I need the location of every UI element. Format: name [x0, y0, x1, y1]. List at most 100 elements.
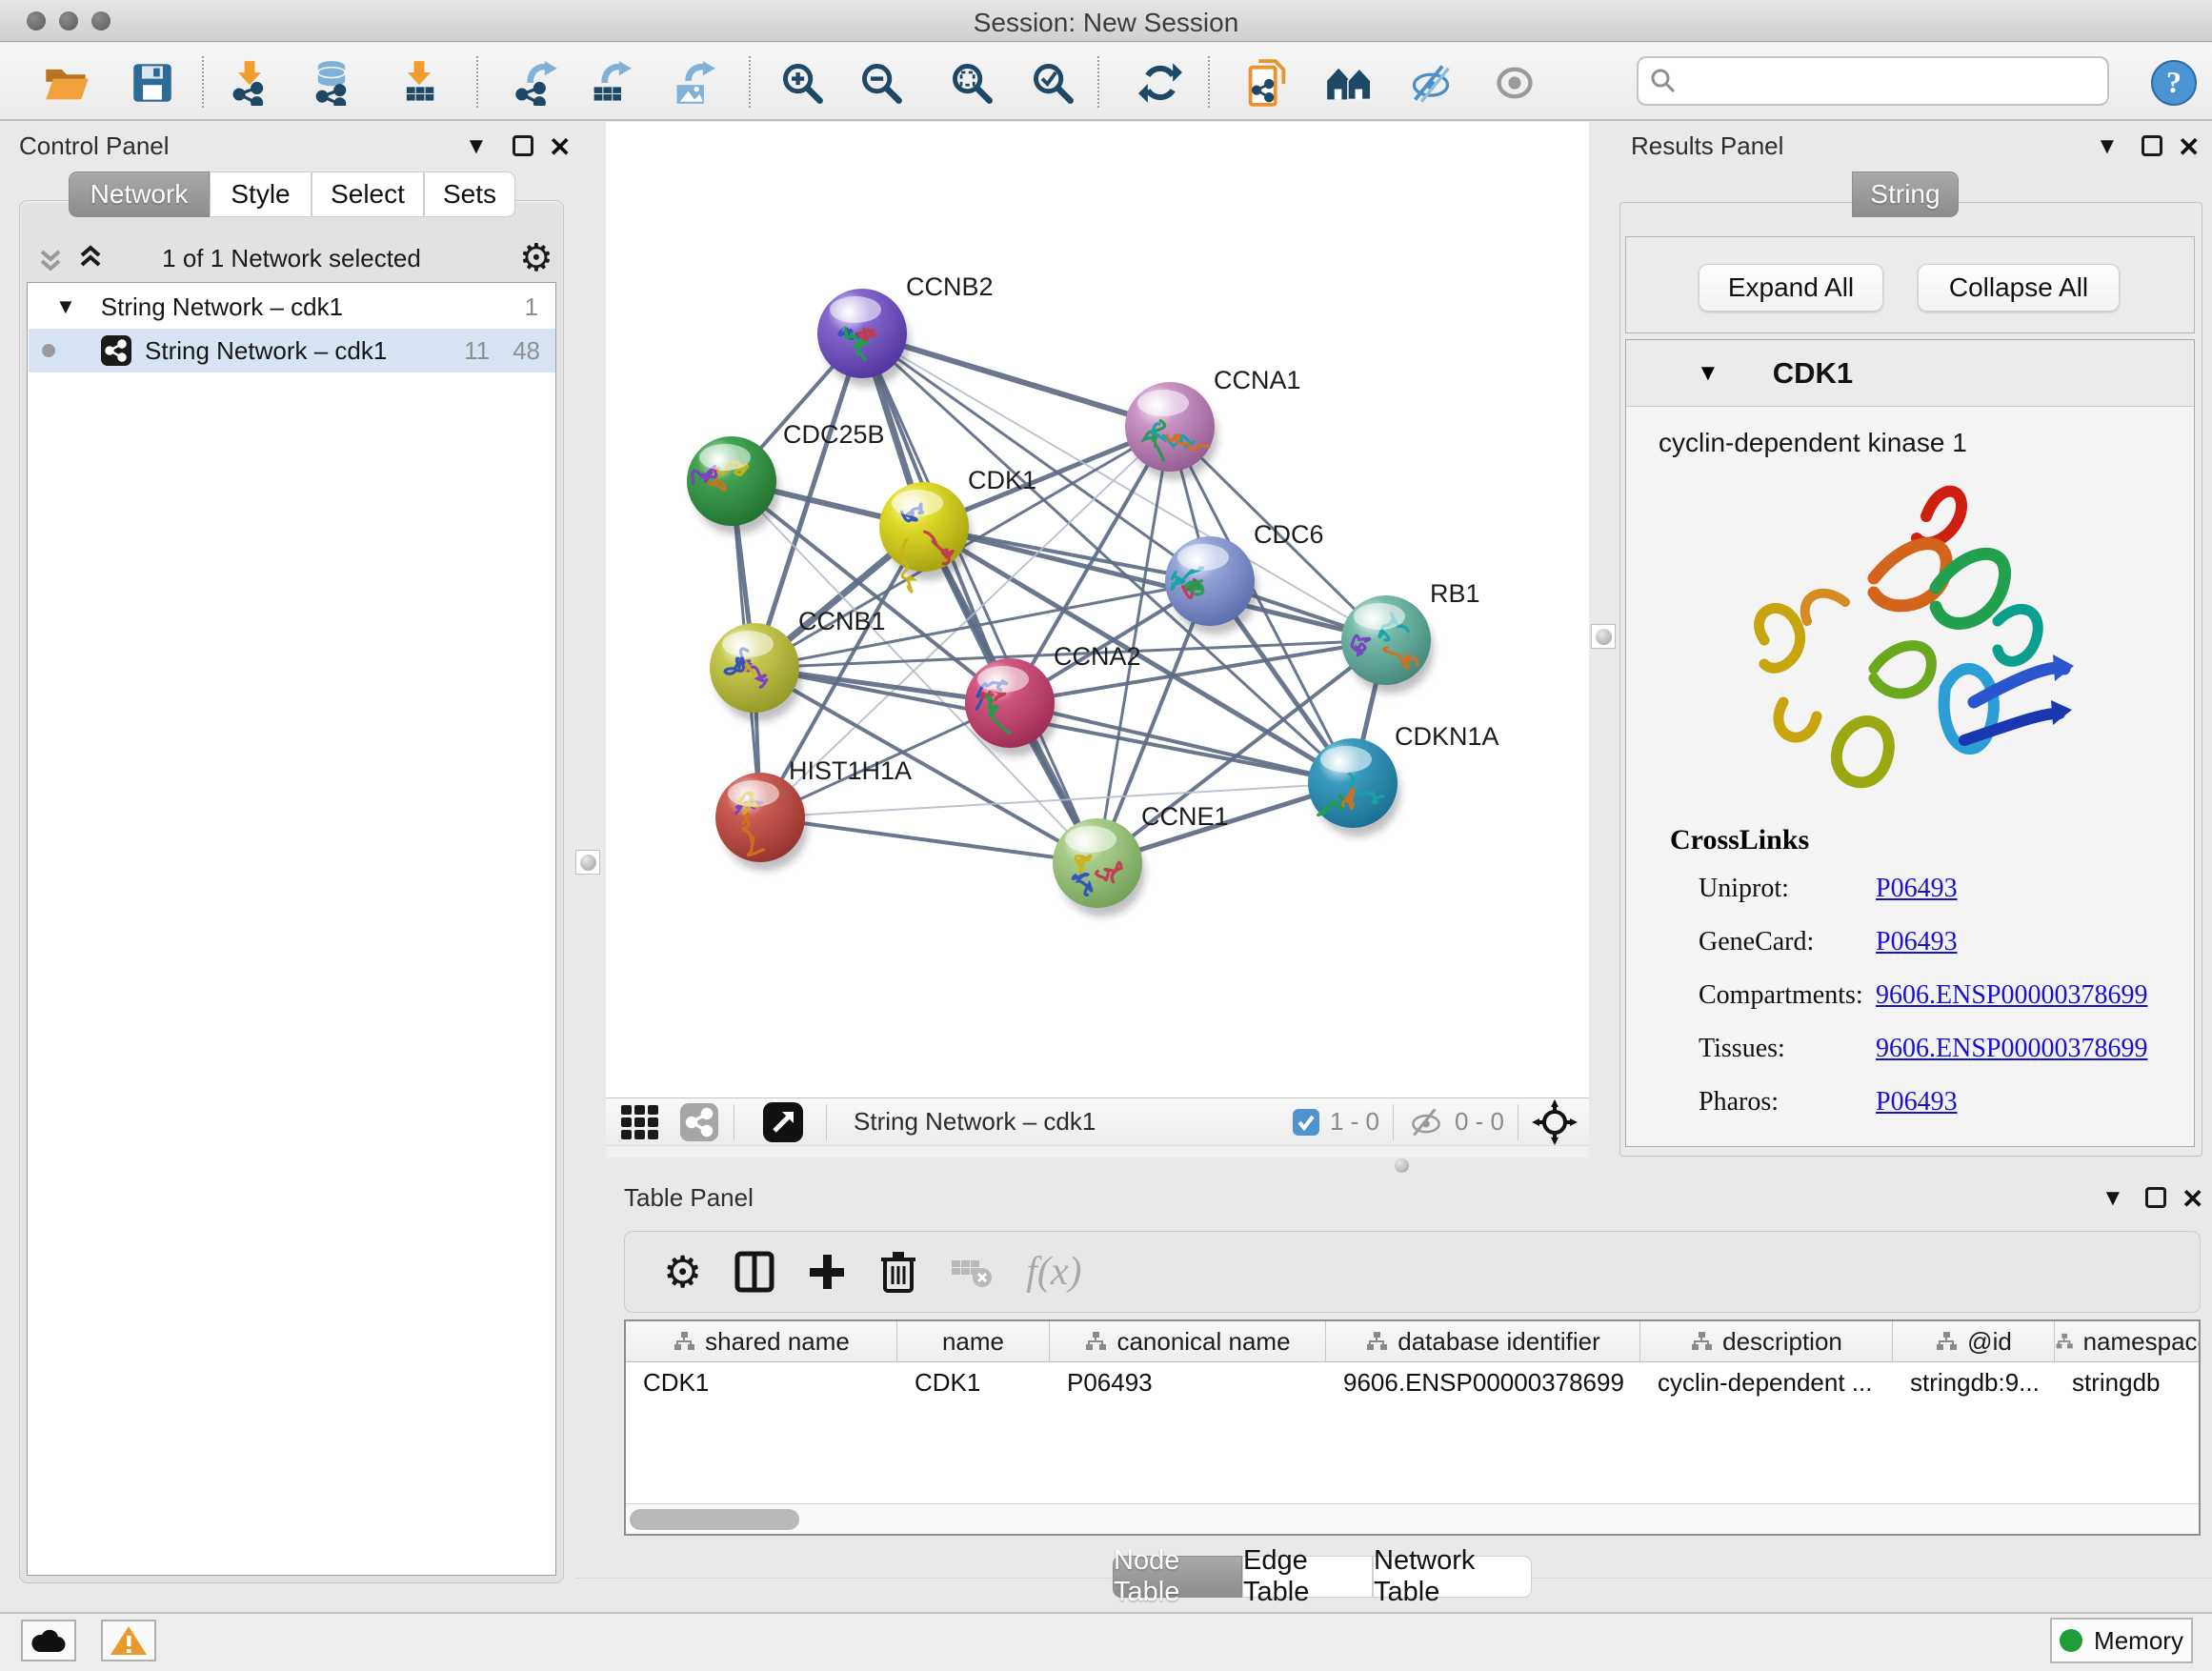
- table-horizontal-scrollbar[interactable]: [626, 1503, 2199, 1534]
- tab-sets[interactable]: Sets: [424, 171, 515, 217]
- bottom-splitter-handle[interactable]: [1395, 1158, 1409, 1173]
- tab-node-table[interactable]: Node Table: [1113, 1556, 1242, 1598]
- network-graph[interactable]: CCNB2CCNA1CDC25BCDK1CDC6RB1CCNB1CCNA2CDK…: [606, 122, 1589, 1097]
- column-header-sharedname[interactable]: shared name: [626, 1321, 897, 1361]
- import-network-from-file-icon[interactable]: [223, 56, 276, 110]
- entry-expander-icon[interactable]: ▼: [1697, 360, 1719, 387]
- right-splitter-handle[interactable]: [1591, 624, 1616, 649]
- table-panel-float-button[interactable]: [2145, 1187, 2166, 1213]
- column-header-id[interactable]: @id: [1893, 1321, 2055, 1361]
- tab-style[interactable]: Style: [210, 171, 312, 217]
- app-status-bar: Memory: [0, 1612, 2212, 1671]
- table-cell[interactable]: stringdb:9...: [1893, 1362, 2055, 1402]
- network-share-view-icon[interactable]: [678, 1101, 720, 1143]
- table-cell[interactable]: CDK1: [897, 1362, 1050, 1402]
- crosslink-label: Compartments:: [1699, 980, 1876, 1011]
- collection-label: String Network – cdk1: [101, 292, 343, 322]
- zoom-selected-icon[interactable]: [1026, 56, 1079, 110]
- control-panel-menu-button[interactable]: ▼: [465, 133, 488, 160]
- column-header-databaseidentifier[interactable]: database identifier: [1326, 1321, 1640, 1361]
- network-edge[interactable]: [760, 817, 1097, 863]
- control-panel-float-button[interactable]: [513, 135, 533, 161]
- window-title: Session: New Session: [0, 8, 2212, 38]
- tab-select[interactable]: Select: [312, 171, 424, 217]
- delete-column-icon[interactable]: [879, 1250, 917, 1294]
- help-icon[interactable]: ?: [2147, 56, 2201, 110]
- results-actions: Expand All Collapse All: [1625, 236, 2195, 333]
- tab-edge-table[interactable]: Edge Table: [1242, 1556, 1373, 1598]
- results-entry-header[interactable]: ▼ CDK1: [1626, 340, 2194, 407]
- selected-checkbox-icon[interactable]: [1292, 1108, 1320, 1137]
- detach-view-icon[interactable]: [761, 1100, 805, 1144]
- create-column-icon[interactable]: [807, 1252, 847, 1292]
- home-icon[interactable]: [1322, 56, 1376, 110]
- crosslink-link[interactable]: P06493: [1876, 927, 1958, 956]
- export-table-icon[interactable]: [583, 56, 636, 110]
- scrollbar-thumb[interactable]: [630, 1509, 799, 1530]
- show-all-eye-icon[interactable]: [1488, 56, 1541, 110]
- crosslink-link[interactable]: P06493: [1876, 874, 1958, 903]
- import-network-from-database-icon[interactable]: [305, 56, 358, 110]
- crosslink-link[interactable]: 9606.ENSP00000378699: [1876, 980, 2147, 1010]
- network-edge-count: 48: [513, 336, 540, 366]
- tab-network-table[interactable]: Network Table: [1373, 1556, 1532, 1598]
- show-columns-icon[interactable]: [734, 1251, 774, 1293]
- control-panel-title: Control Panel: [19, 131, 170, 161]
- network-options-gear-icon[interactable]: ⚙: [519, 236, 553, 280]
- left-splitter-handle[interactable]: [575, 850, 600, 875]
- zoom-fit-icon[interactable]: [945, 56, 998, 110]
- table-panel-menu-button[interactable]: ▼: [2101, 1185, 2124, 1212]
- refresh-view-icon[interactable]: [1134, 56, 1187, 110]
- save-session-icon[interactable]: [126, 56, 179, 110]
- table-cell[interactable]: P06493: [1050, 1362, 1326, 1402]
- hide-selected-eye-slash-icon[interactable]: [1404, 56, 1458, 110]
- tab-string[interactable]: String: [1852, 171, 1959, 217]
- node-label-cdc25b: CDC25B: [783, 420, 885, 449]
- statusbar-separator: [1393, 1104, 1394, 1140]
- network-row-selected[interactable]: String Network – cdk1 11 48: [29, 329, 555, 372]
- control-panel-close-button[interactable]: ✕: [549, 131, 571, 163]
- import-table-from-file-icon[interactable]: [392, 56, 446, 110]
- search-input[interactable]: [1677, 67, 2107, 96]
- table-panel-close-button[interactable]: ✕: [2182, 1183, 2203, 1215]
- column-header-namespace[interactable]: namespace: [2055, 1321, 2201, 1361]
- column-header-name[interactable]: name: [897, 1321, 1050, 1361]
- zoom-out-icon[interactable]: [855, 56, 908, 110]
- collection-expander-icon[interactable]: ▼: [55, 294, 76, 319]
- crosslink-link[interactable]: P06493: [1876, 1087, 1958, 1117]
- table-cell[interactable]: CDK1: [626, 1362, 897, 1402]
- node-table[interactable]: shared namenamecanonical namedatabase id…: [624, 1319, 2201, 1536]
- crosslink-row: Pharos:P06493: [1699, 1087, 1958, 1117]
- export-network-icon[interactable]: [509, 56, 562, 110]
- toolbar-separator: [1208, 56, 1210, 108]
- crosslink-link[interactable]: 9606.ENSP00000378699: [1876, 1034, 2147, 1063]
- open-session-icon[interactable]: [40, 56, 93, 110]
- share-document-icon[interactable]: [1240, 56, 1294, 110]
- memory-button[interactable]: Memory: [2050, 1618, 2193, 1663]
- network-canvas[interactable]: CCNB2CCNA1CDC25BCDK1CDC6RB1CCNB1CCNA2CDK…: [606, 122, 1589, 1097]
- expand-all-button[interactable]: Expand All: [1699, 264, 1883, 312]
- cloud-status-button[interactable]: [21, 1620, 76, 1661]
- search-field[interactable]: [1637, 56, 2109, 106]
- network-collection-row[interactable]: ▼ String Network – cdk1 1: [29, 285, 555, 329]
- birdseye-view-icon[interactable]: [1532, 1099, 1578, 1145]
- table-cell[interactable]: stringdb: [2055, 1362, 2201, 1402]
- results-panel-close-button[interactable]: ✕: [2178, 131, 2200, 163]
- zoom-in-icon[interactable]: [775, 56, 829, 110]
- table-cell[interactable]: 9606.ENSP00000378699: [1326, 1362, 1640, 1402]
- network-edge[interactable]: [1010, 703, 1353, 783]
- results-panel-float-button[interactable]: [2142, 135, 2162, 161]
- export-image-icon[interactable]: [667, 56, 720, 110]
- warning-status-button[interactable]: [101, 1620, 156, 1661]
- table-settings-gear-icon[interactable]: ⚙: [663, 1246, 702, 1298]
- tab-network[interactable]: Network: [69, 171, 210, 217]
- table-row[interactable]: CDK1CDK1P064939606.ENSP00000378699cyclin…: [626, 1362, 2199, 1402]
- cloud-icon: [30, 1627, 68, 1654]
- collapse-all-button[interactable]: Collapse All: [1918, 264, 2120, 312]
- column-header-description[interactable]: description: [1640, 1321, 1893, 1361]
- results-panel-menu-button[interactable]: ▼: [2096, 133, 2119, 160]
- table-cell[interactable]: cyclin-dependent ...: [1640, 1362, 1893, 1402]
- column-header-canonicalname[interactable]: canonical name: [1050, 1321, 1326, 1361]
- grid-view-icon[interactable]: [619, 1101, 661, 1143]
- crosslink-row: GeneCard:P06493: [1699, 927, 1958, 957]
